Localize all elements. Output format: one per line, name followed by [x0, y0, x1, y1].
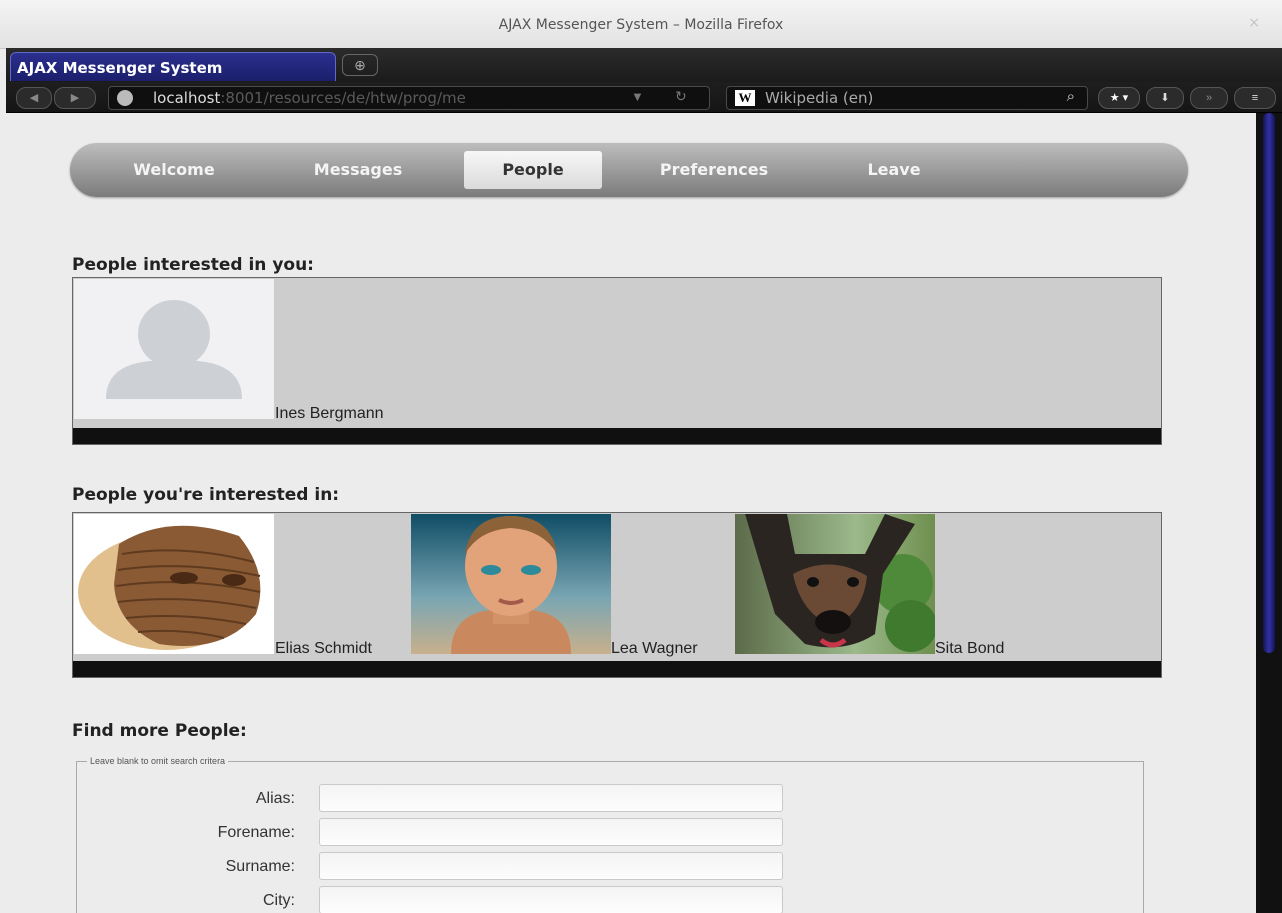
overflow-button[interactable]: »: [1190, 87, 1228, 109]
menu-item-people[interactable]: People: [464, 151, 602, 189]
alias-row: Alias:: [77, 784, 1077, 814]
reload-icon[interactable]: ↻: [675, 88, 687, 105]
person-name[interactable]: Sita Bond: [935, 640, 1004, 658]
search-criteria-legend: Leave blank to omit search critera: [90, 756, 226, 766]
lea-wagner-avatar[interactable]: [411, 514, 611, 654]
city-label: City:: [263, 892, 295, 909]
browser-toolbar: ◀ ▶ localhost:8001/resources/de/htw/prog…: [6, 82, 1282, 113]
wikipedia-icon[interactable]: W: [735, 90, 755, 106]
alias-input[interactable]: [319, 784, 783, 812]
menu-item-leave[interactable]: Leave: [830, 151, 958, 189]
alias-label: Alias:: [255, 790, 295, 807]
you-are-interested-in-list: Elias Schmidt Lea Wagner Sita Bond: [72, 512, 1162, 678]
window-close-icon[interactable]: ×: [1248, 15, 1260, 31]
star-icon: ★ ▾: [1109, 92, 1129, 104]
city-row: City:: [77, 886, 1077, 913]
url-text[interactable]: localhost:8001/resources/de/htw/prog/me: [153, 89, 613, 107]
interested-in-you-list: Ines Bergmann: [72, 277, 1162, 445]
sita-bond-avatar[interactable]: [735, 514, 935, 654]
scrollbar-thumb[interactable]: [1263, 113, 1275, 653]
page-scrollbar[interactable]: [1256, 113, 1282, 913]
window-title: AJAX Messenger System – Mozilla Firefox: [498, 17, 784, 33]
back-button[interactable]: ◀: [16, 87, 52, 109]
forename-row: Forename:: [77, 818, 1077, 848]
menu-item-preferences[interactable]: Preferences: [638, 151, 790, 189]
chevron-double-right-icon: »: [1205, 92, 1213, 104]
download-icon: ⬇: [1160, 92, 1170, 104]
site-identity-icon[interactable]: [117, 90, 133, 106]
you-are-interested-in-heading: People you're interested in:: [72, 485, 340, 505]
search-bar[interactable]: W Wikipedia (en) ⌕: [726, 86, 1088, 110]
browser-tabbar: AJAX Messenger System ⊕: [6, 48, 1282, 82]
surname-label: Surname:: [225, 858, 295, 875]
url-dropdown-icon[interactable]: ▼: [631, 89, 644, 104]
url-bar[interactable]: localhost:8001/resources/de/htw/prog/me …: [108, 86, 710, 110]
find-people-heading: Find more People:: [72, 721, 247, 741]
url-path: :8001/resources/de/htw/prog/me: [220, 89, 466, 107]
default-avatar-icon[interactable]: [74, 279, 274, 419]
url-host: localhost: [153, 89, 221, 107]
browser-tab[interactable]: AJAX Messenger System: [10, 52, 336, 81]
search-criteria-fieldset: Leave blank to omit search critera Alias…: [76, 756, 1144, 913]
menu-button[interactable]: ≡: [1234, 87, 1276, 109]
new-tab-button[interactable]: ⊕: [342, 54, 378, 76]
menu-item-messages[interactable]: Messages: [284, 151, 432, 189]
back-arrow-icon: ◀: [29, 92, 39, 104]
interested-in-you-heading: People interested in you:: [72, 255, 314, 275]
person-name[interactable]: Lea Wagner: [611, 640, 698, 658]
elias-schmidt-avatar[interactable]: [74, 514, 274, 654]
person-name[interactable]: Ines Bergmann: [275, 405, 384, 423]
city-input[interactable]: [319, 886, 783, 913]
menu-item-welcome[interactable]: Welcome: [100, 151, 248, 189]
main-menu: Welcome Messages People Preferences Leav…: [70, 143, 1188, 197]
list-footer-bar: [73, 428, 1161, 444]
hamburger-menu-icon: ≡: [1251, 92, 1259, 104]
forename-label: Forename:: [217, 824, 295, 841]
list-footer-bar: [73, 661, 1161, 677]
page-viewport: Welcome Messages People Preferences Leav…: [6, 113, 1254, 913]
person-name[interactable]: Elias Schmidt: [275, 640, 372, 658]
browser-tab-title: AJAX Messenger System: [17, 59, 223, 77]
forward-arrow-icon: ▶: [70, 92, 80, 104]
surname-row: Surname:: [77, 852, 1077, 882]
search-icon[interactable]: ⌕: [1067, 88, 1075, 105]
forename-input[interactable]: [319, 818, 783, 846]
downloads-button[interactable]: ⬇: [1146, 87, 1184, 109]
window-titlebar: AJAX Messenger System – Mozilla Firefox …: [0, 0, 1282, 49]
bookmark-button[interactable]: ★ ▾: [1098, 87, 1140, 109]
search-engine-label: Wikipedia (en): [765, 89, 874, 107]
forward-button[interactable]: ▶: [54, 87, 96, 109]
surname-input[interactable]: [319, 852, 783, 880]
